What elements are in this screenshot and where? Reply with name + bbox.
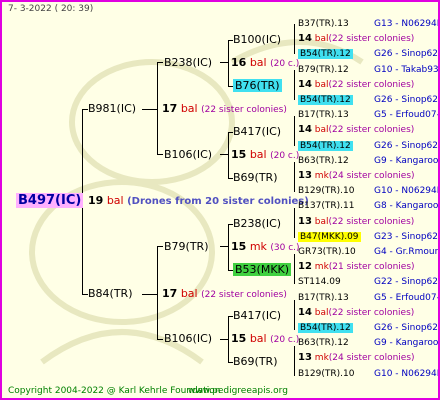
g4-queen-id[interactable]: B137(TR).11 [298,201,354,211]
g1-node[interactable]: B84(TR) [88,288,133,300]
site-link[interactable]: www.pedigreeapis.org [188,386,288,396]
g4-drones-info: 13 bal(22 sister colonies) [298,215,415,227]
g3-node[interactable]: B76(TR) [233,79,282,92]
g4-breeder: G13 - N06294R [374,19,440,29]
g4-queen-id[interactable]: B54(TR).12 [298,140,353,151]
g4-node: B54(TR).12 G26 - Sinop62R [298,322,438,334]
g4-node: ST114.09 G22 - Sinop62R [298,276,438,288]
g2-drones-info: 15 bal (20 c.) [231,148,300,162]
g4-queen-id[interactable]: GR73(TR).10 [298,247,356,257]
g4-drones-info: 13 mk(24 sister colonies) [298,352,415,364]
root-drones-info: 19 bal (Drones from 20 sister colonies) [88,194,309,208]
g3-node[interactable]: B238(IC) [233,218,281,230]
g4-breeder: G26 - Sinop62R [374,49,440,60]
g4-node: B17(TR).13 G5 - Erfoud07-1Q [298,109,438,121]
g3-node[interactable]: B53(MKK) [233,263,292,276]
pedigree-frame: 7- 3-2022 ( 20: 39) B497(IC) 19 bal (Dro… [0,0,440,400]
g4-node: GR73(TR).10 G4 - Gr.Rmounta [298,246,438,258]
g2-node[interactable]: B79(TR) [164,241,209,253]
g4-breeder: G10 - N06294R [374,368,440,379]
g2-node[interactable]: B106(IC) [164,333,212,345]
g1-drones-info: 17 bal (22 sister colonies) [162,102,287,116]
g4-queen-id[interactable]: B54(TR).12 [298,49,353,60]
g2-node[interactable]: B238(IC) [164,57,212,69]
g4-drones-info: 14 bal(22 sister colonies) [298,33,415,45]
g2-drones-info: 15 bal (20 c.) [231,332,300,346]
g1-node[interactable]: B981(IC) [88,103,136,115]
g4-drones-info: 14 bal(22 sister colonies) [298,124,415,136]
g4-node: B54(TR).12 G26 - Sinop62R [298,140,438,152]
g4-queen-id[interactable]: B47(MKK).09 [298,231,361,242]
g4-queen-id[interactable]: ST114.09 [298,277,341,287]
g4-breeder: G26 - Sinop62R [374,95,440,105]
g4-node: B63(TR).12 G9 - Kangaroo98R [298,155,438,167]
g2-node[interactable]: B106(IC) [164,149,212,161]
g2-drones-info: 16 bal (20 c.) [231,56,300,70]
g3-node[interactable]: B69(TR) [233,172,278,184]
g3-node[interactable]: B417(IC) [233,310,281,322]
g4-drones-info: 12 mk(21 sister colonies) [298,261,415,273]
g4-breeder: G5 - Erfoud07-1Q [374,292,440,303]
g4-breeder: G22 - Sinop62R [374,277,440,288]
g4-queen-id[interactable]: B54(TR).12 [298,323,353,333]
g4-breeder: G9 - Kangaroo98R [374,155,439,166]
g4-queen-id[interactable]: B17(TR).13 [298,110,349,120]
g4-breeder: G9 - Kangaroo98R [374,338,439,349]
g4-queen-id[interactable]: B129(TR).10 [298,369,354,379]
g4-queen-id[interactable]: B37(TR).13 [298,19,349,29]
g4-queen-id[interactable]: B54(TR).12 [298,95,353,105]
g4-node: B37(TR).13 G13 - N06294R [298,18,438,30]
g4-node: B129(TR).10 G10 - N06294R [298,368,438,380]
root-queen[interactable]: B497(IC) [16,193,84,208]
g4-queen-id[interactable]: B129(TR).10 [298,186,354,196]
g4-drones-info: 13 mk(24 sister colonies) [298,170,415,181]
g4-node: B79(TR).12 G10 - Takab93aR [298,64,438,76]
g4-queen-id[interactable]: B63(TR).12 [298,338,349,348]
g4-drones-info: 14 bal(22 sister colonies) [298,306,415,318]
g4-breeder: G8 - Kangaroo98R [374,201,439,212]
g4-node: B137(TR).11 G8 - Kangaroo98R [298,200,438,212]
g4-node: B54(TR).12 G26 - Sinop62R [298,94,438,106]
g3-node[interactable]: B417(IC) [233,126,281,138]
g4-drones-info: 14 bal(22 sister colonies) [298,78,415,90]
g4-breeder: G26 - Sinop62R [374,140,440,151]
g3-node[interactable]: B100(IC) [233,34,281,46]
g4-node: B54(TR).12 G26 - Sinop62R [298,48,438,60]
g4-breeder: G5 - Erfoud07-1Q [374,110,440,121]
g4-breeder: G23 - Sinop62R [374,231,440,242]
g4-breeder: G26 - Sinop62R [374,323,440,333]
g4-breeder: G10 - N06294R [374,186,440,197]
g4-node: B129(TR).10 G10 - N06294R [298,185,438,197]
g4-queen-id[interactable]: B79(TR).12 [298,65,349,75]
g4-queen-id[interactable]: B63(TR).12 [298,156,349,166]
g4-breeder: G4 - Gr.Rmounta [374,247,440,257]
g3-node[interactable]: B69(TR) [233,356,278,368]
g2-drones-info: 15 mk (30 c.) [231,240,300,254]
g4-node: B63(TR).12 G9 - Kangaroo98R [298,337,438,349]
g4-queen-id[interactable]: B17(TR).13 [298,293,349,303]
g4-node: B17(TR).13 G5 - Erfoud07-1Q [298,292,438,304]
g1-drones-info: 17 bal (22 sister colonies) [162,287,287,301]
g4-node: B47(MKK).09 G23 - Sinop62R [298,231,438,243]
g4-breeder: G10 - Takab93aR [374,64,439,75]
date-stamp: 7- 3-2022 ( 20: 39) [8,4,94,14]
